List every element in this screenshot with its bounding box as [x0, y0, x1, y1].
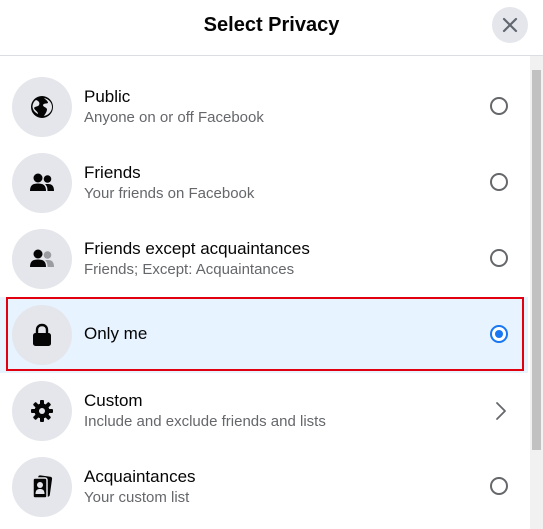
privacy-options-list: Public Anyone on or off Facebook Friends…: [0, 69, 528, 525]
option-title: Custom: [84, 391, 143, 410]
option-description: Include and exclude friends and lists: [84, 413, 326, 430]
option-description: Your custom list: [84, 489, 190, 506]
chevron-right-icon[interactable]: [494, 401, 508, 421]
scrollbar[interactable]: [530, 56, 543, 529]
option-public[interactable]: Public Anyone on or off Facebook: [0, 69, 528, 145]
option-icon-container: [12, 381, 72, 441]
option-title: Friends: [84, 163, 141, 182]
option-icon-container: [12, 229, 72, 289]
lock-icon: [33, 323, 51, 346]
option-description: Your friends on Facebook: [84, 185, 255, 202]
gear-icon: [31, 400, 53, 422]
friends-radio[interactable]: [490, 173, 508, 191]
friends-icon: [30, 173, 54, 191]
option-description: Anyone on or off Facebook: [84, 109, 264, 126]
scrollbar-thumb[interactable]: [532, 70, 541, 450]
dialog-title: Select Privacy: [203, 14, 340, 36]
option-friends-except-acquaintances[interactable]: Friends except acquaintances Friends; Ex…: [0, 221, 528, 297]
option-icon-container: [12, 153, 72, 213]
option-icon-container: [12, 305, 72, 365]
close-icon: [502, 17, 518, 33]
friends-except-icon: [30, 249, 54, 267]
option-custom[interactable]: Custom Include and exclude friends and l…: [0, 373, 528, 449]
public-radio[interactable]: [490, 97, 508, 115]
only-me-radio[interactable]: [490, 325, 508, 343]
option-only-me[interactable]: Only me: [0, 297, 528, 373]
option-title: Public: [84, 87, 131, 106]
option-acquaintances[interactable]: Acquaintances Your custom list: [0, 449, 528, 525]
option-icon-container: [12, 457, 72, 517]
option-icon-container: [12, 77, 72, 137]
option-title: Friends except acquaintances: [84, 239, 310, 258]
close-button[interactable]: [492, 7, 528, 43]
option-title: Only me: [84, 324, 148, 343]
option-title: Acquaintances: [84, 467, 196, 486]
globe-icon: [31, 96, 53, 118]
acquaintances-list-icon: [32, 475, 53, 499]
option-description: Friends; Except: Acquaintances: [84, 261, 295, 278]
dialog-header: Select Privacy: [0, 0, 543, 56]
option-friends[interactable]: Friends Your friends on Facebook: [0, 145, 528, 221]
acquaintances-radio[interactable]: [490, 477, 508, 495]
friends-except-radio[interactable]: [490, 249, 508, 267]
